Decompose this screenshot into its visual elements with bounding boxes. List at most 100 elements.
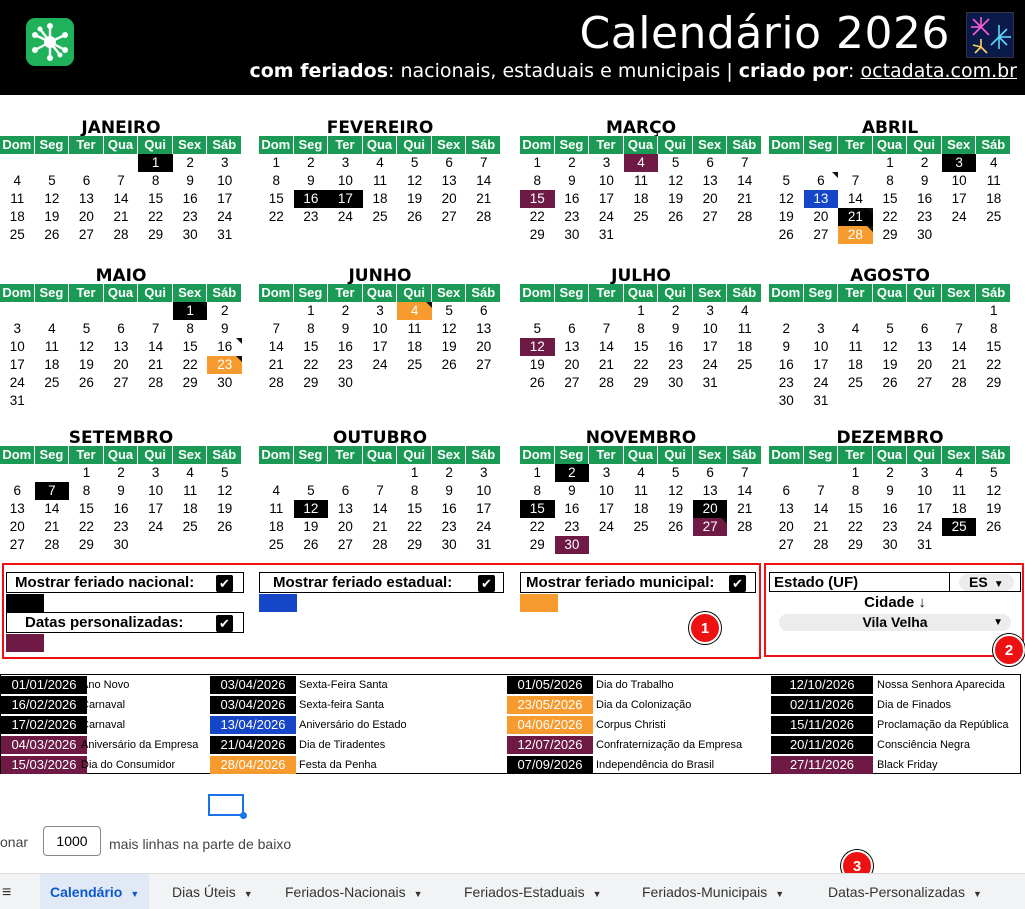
day-cell[interactable]: 24 bbox=[907, 518, 942, 536]
holiday-date[interactable]: 23/05/2026 bbox=[507, 696, 593, 714]
day-cell[interactable]: 29 bbox=[69, 536, 104, 554]
day-cell[interactable]: 17 bbox=[942, 190, 977, 208]
day-cell[interactable]: 2 bbox=[432, 464, 467, 482]
day-cell[interactable] bbox=[873, 392, 908, 410]
day-cell[interactable] bbox=[259, 464, 294, 482]
day-cell[interactable] bbox=[838, 392, 873, 410]
holiday-name[interactable]: Consciência Negra bbox=[877, 737, 970, 753]
day-cell[interactable] bbox=[727, 226, 762, 244]
day-cell[interactable]: 3 bbox=[589, 154, 624, 172]
day-cell[interactable]: 20 bbox=[69, 208, 104, 226]
day-cell[interactable]: 5 bbox=[69, 320, 104, 338]
day-cell[interactable]: 4 bbox=[397, 302, 432, 320]
day-cell[interactable]: 26 bbox=[769, 226, 804, 244]
day-cell[interactable]: 4 bbox=[624, 464, 659, 482]
holiday-name[interactable]: Dia do Trabalho bbox=[596, 677, 674, 693]
state-holiday-toggle[interactable]: Mostrar feriado estadual: ✔ bbox=[259, 572, 504, 593]
day-cell[interactable]: 21 bbox=[727, 190, 762, 208]
day-cell[interactable]: 9 bbox=[907, 172, 942, 190]
day-cell[interactable]: 11 bbox=[259, 500, 294, 518]
holiday-name[interactable]: Aniversário do Estado bbox=[299, 717, 407, 733]
day-cell[interactable]: 6 bbox=[432, 154, 467, 172]
day-cell[interactable]: 3 bbox=[804, 320, 839, 338]
day-cell[interactable]: 24 bbox=[589, 208, 624, 226]
day-cell[interactable] bbox=[942, 226, 977, 244]
day-cell[interactable]: 27 bbox=[466, 356, 501, 374]
holiday-name[interactable]: Corpus Christi bbox=[596, 717, 666, 733]
day-cell[interactable]: 21 bbox=[363, 518, 398, 536]
day-cell[interactable]: 25 bbox=[35, 374, 70, 392]
day-cell[interactable]: 20 bbox=[555, 356, 590, 374]
day-cell[interactable]: 4 bbox=[173, 464, 208, 482]
holiday-name[interactable]: Aniversário da Empresa bbox=[81, 737, 198, 753]
day-cell[interactable]: 5 bbox=[35, 172, 70, 190]
day-cell[interactable] bbox=[976, 392, 1011, 410]
day-cell[interactable]: 26 bbox=[520, 374, 555, 392]
day-cell[interactable]: 30 bbox=[555, 226, 590, 244]
day-cell[interactable] bbox=[769, 302, 804, 320]
day-cell[interactable]: 16 bbox=[555, 500, 590, 518]
day-cell[interactable]: 11 bbox=[35, 338, 70, 356]
day-cell[interactable]: 21 bbox=[589, 356, 624, 374]
day-cell[interactable]: 30 bbox=[432, 536, 467, 554]
day-cell[interactable]: 7 bbox=[104, 172, 139, 190]
day-cell[interactable]: 20 bbox=[804, 208, 839, 226]
day-cell[interactable]: 3 bbox=[466, 464, 501, 482]
day-cell[interactable]: 18 bbox=[35, 356, 70, 374]
day-cell[interactable] bbox=[259, 302, 294, 320]
day-cell[interactable]: 25 bbox=[397, 356, 432, 374]
custom-dates-toggle[interactable]: Datas personalizadas: ✔ bbox=[6, 612, 244, 633]
day-cell[interactable]: 22 bbox=[838, 518, 873, 536]
day-cell[interactable]: 28 bbox=[466, 208, 501, 226]
day-cell[interactable]: 13 bbox=[69, 190, 104, 208]
day-cell[interactable]: 1 bbox=[520, 154, 555, 172]
day-cell[interactable]: 22 bbox=[397, 518, 432, 536]
day-cell[interactable]: 11 bbox=[976, 172, 1011, 190]
day-cell[interactable]: 31 bbox=[207, 226, 242, 244]
day-cell[interactable] bbox=[35, 302, 70, 320]
day-cell[interactable]: 1 bbox=[624, 302, 659, 320]
holiday-date[interactable]: 16/02/2026 bbox=[1, 696, 87, 714]
day-cell[interactable]: 1 bbox=[69, 464, 104, 482]
day-cell[interactable]: 10 bbox=[942, 172, 977, 190]
day-cell[interactable]: 4 bbox=[0, 172, 35, 190]
day-cell[interactable]: 12 bbox=[293, 500, 329, 518]
day-cell[interactable] bbox=[138, 302, 173, 320]
day-cell[interactable]: 27 bbox=[692, 518, 728, 536]
day-cell[interactable]: 21 bbox=[727, 500, 762, 518]
day-cell[interactable]: 4 bbox=[363, 154, 398, 172]
day-cell[interactable]: 16 bbox=[555, 190, 590, 208]
day-cell[interactable]: 23 bbox=[294, 208, 329, 226]
day-cell[interactable]: 5 bbox=[658, 154, 693, 172]
day-cell[interactable]: 15 bbox=[838, 500, 873, 518]
day-cell[interactable]: 18 bbox=[397, 338, 432, 356]
day-cell[interactable]: 18 bbox=[976, 190, 1011, 208]
day-cell[interactable]: 8 bbox=[520, 172, 555, 190]
day-cell[interactable]: 29 bbox=[976, 374, 1011, 392]
day-cell[interactable] bbox=[907, 392, 942, 410]
day-cell[interactable]: 28 bbox=[589, 374, 624, 392]
day-cell[interactable]: 28 bbox=[363, 536, 398, 554]
day-cell[interactable]: 27 bbox=[555, 374, 590, 392]
day-cell[interactable]: 19 bbox=[658, 190, 693, 208]
day-cell[interactable]: 8 bbox=[138, 172, 173, 190]
day-cell[interactable]: 29 bbox=[173, 374, 208, 392]
sheet-tab-6[interactable]: Datas-Personalizadas ▼ bbox=[818, 874, 992, 909]
day-cell[interactable]: 19 bbox=[769, 208, 804, 226]
day-cell[interactable]: 30 bbox=[328, 374, 363, 392]
day-cell[interactable]: 26 bbox=[69, 374, 104, 392]
day-cell[interactable]: 6 bbox=[466, 302, 501, 320]
holiday-name[interactable]: Black Friday bbox=[877, 757, 938, 773]
add-rows-button[interactable]: onar bbox=[0, 834, 28, 850]
day-cell[interactable]: 23 bbox=[658, 356, 693, 374]
day-cell[interactable]: 25 bbox=[727, 356, 762, 374]
day-cell[interactable]: 11 bbox=[173, 482, 208, 500]
day-cell[interactable] bbox=[976, 536, 1011, 554]
day-cell[interactable] bbox=[104, 392, 139, 410]
day-cell[interactable]: 24 bbox=[0, 374, 35, 392]
caret-down-icon[interactable]: ▼ bbox=[414, 889, 423, 899]
holiday-date[interactable]: 03/04/2026 bbox=[210, 676, 296, 694]
day-cell[interactable]: 27 bbox=[907, 374, 942, 392]
day-cell[interactable]: 3 bbox=[0, 320, 35, 338]
day-cell[interactable] bbox=[173, 392, 208, 410]
